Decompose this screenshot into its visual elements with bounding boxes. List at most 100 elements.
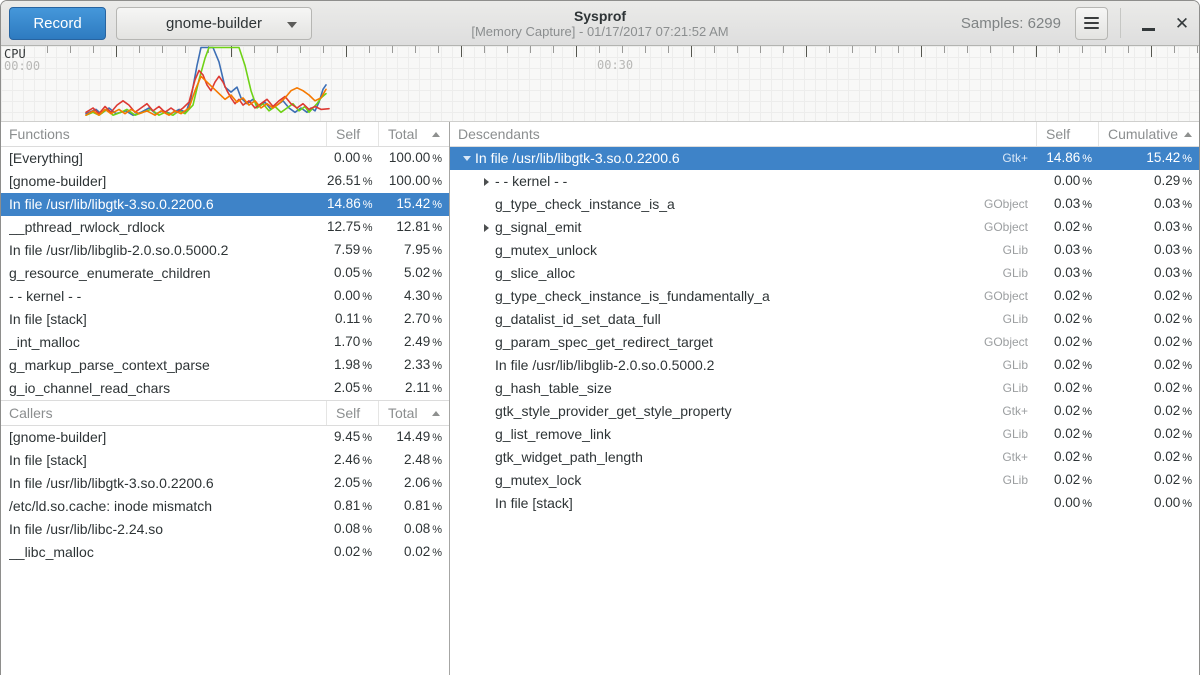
menu-button[interactable] <box>1075 7 1108 40</box>
self-value: 14.86% <box>327 192 379 217</box>
callers-table: [gnome-builder]9.45%14.49%In file [stack… <box>1 426 449 564</box>
library-tag: GObject <box>984 193 1037 216</box>
tree-row[interactable]: g_datalist_id_set_data_fullGLib0.02%0.02… <box>450 308 1199 331</box>
tree-row[interactable]: g_mutex_unlockGLib0.03%0.03% <box>450 239 1199 262</box>
close-icon: ✕ <box>1175 15 1189 32</box>
self-value: 0.02% <box>1037 468 1099 493</box>
descendants-column-header[interactable]: Descendants <box>450 122 1037 146</box>
total-value: 12.81% <box>379 215 449 240</box>
self-column-header[interactable]: Self <box>327 401 379 425</box>
descendant-name: In file /usr/lib/libgtk-3.so.0.2200.6Gtk… <box>450 147 1037 170</box>
tree-row[interactable]: In file [stack]0.00%0.00% <box>450 492 1199 515</box>
table-row[interactable]: g_markup_parse_context_parse1.98%2.33% <box>1 354 449 377</box>
time-label-mid: 00:30 <box>597 58 633 72</box>
tree-row[interactable]: g_signal_emitGObject0.02%0.03% <box>450 216 1199 239</box>
headerbar: Record gnome-builder Sysprof [Memory Cap… <box>1 1 1199 46</box>
tree-row[interactable]: g_type_check_instance_is_fundamentally_a… <box>450 285 1199 308</box>
callers-column-header[interactable]: Callers <box>1 401 327 425</box>
table-row[interactable]: In file /usr/lib/libgtk-3.so.0.2200.614.… <box>1 193 449 216</box>
tree-row[interactable]: g_slice_allocGLib0.03%0.03% <box>450 262 1199 285</box>
self-value: 26.51% <box>327 169 379 194</box>
right-panel: Descendants Self Cumulative In file /usr… <box>450 122 1199 675</box>
process-selector-dropdown[interactable]: gnome-builder <box>116 7 312 40</box>
tree-row[interactable]: g_type_check_instance_is_aGObject0.03%0.… <box>450 193 1199 216</box>
total-column-header[interactable]: Total <box>379 122 449 146</box>
table-row[interactable]: /etc/ld.so.cache: inode mismatch0.81%0.8… <box>1 495 449 518</box>
cumulative-value: 0.02% <box>1099 353 1199 378</box>
self-column-header[interactable]: Self <box>327 122 379 146</box>
tree-row[interactable]: g_param_spec_get_redirect_targetGObject0… <box>450 331 1199 354</box>
library-tag: GLib <box>1003 423 1037 446</box>
function-name: __libc_malloc <box>1 541 327 564</box>
table-row[interactable]: In file [stack]2.46%2.48% <box>1 449 449 472</box>
cumulative-column-header[interactable]: Cumulative <box>1099 122 1199 146</box>
tree-row[interactable]: In file /usr/lib/libglib-2.0.so.0.5000.2… <box>450 354 1199 377</box>
tree-row[interactable]: g_mutex_lockGLib0.02%0.02% <box>450 469 1199 492</box>
function-name: _int_malloc <box>1 331 327 354</box>
tree-row[interactable]: g_hash_table_sizeGLib0.02%0.02% <box>450 377 1199 400</box>
self-column-header[interactable]: Self <box>1037 122 1099 146</box>
table-row[interactable]: _int_malloc1.70%2.49% <box>1 331 449 354</box>
cpu-timeline-graph[interactable]: CPU 00:00 00:30 <box>1 46 1199 122</box>
table-row[interactable]: [gnome-builder]26.51%100.00% <box>1 170 449 193</box>
table-row[interactable]: In file /usr/lib/libc-2.24.so0.08%0.08% <box>1 518 449 541</box>
total-value: 2.11% <box>379 376 449 401</box>
table-row[interactable]: In file /usr/lib/libgtk-3.so.0.2200.62.0… <box>1 472 449 495</box>
table-row[interactable]: __pthread_rwlock_rdlock12.75%12.81% <box>1 216 449 239</box>
callers-table-header: Callers Self Total <box>1 400 449 426</box>
expander-open-icon[interactable] <box>463 156 471 161</box>
tree-row[interactable]: - - kernel - -0.00%0.29% <box>450 170 1199 193</box>
descendant-name: g_list_remove_linkGLib <box>450 423 1037 446</box>
expander-closed-icon[interactable] <box>484 178 489 186</box>
library-tag: Gtk+ <box>1002 446 1037 469</box>
cpu-red-line <box>86 71 329 114</box>
cumulative-value: 0.02% <box>1099 445 1199 470</box>
tree-row[interactable]: g_list_remove_linkGLib0.02%0.02% <box>450 423 1199 446</box>
table-row[interactable]: In file /usr/lib/libglib-2.0.so.0.5000.2… <box>1 239 449 262</box>
descendant-name: - - kernel - - <box>450 170 1037 193</box>
process-selector-value: gnome-builder <box>166 15 262 32</box>
sort-ascending-icon <box>432 411 440 416</box>
total-column-header[interactable]: Total <box>379 401 449 425</box>
table-row[interactable]: [gnome-builder]9.45%14.49% <box>1 426 449 449</box>
cumulative-value: 0.03% <box>1099 261 1199 286</box>
record-button[interactable]: Record <box>9 7 106 40</box>
tree-row[interactable]: gtk_style_provider_get_style_propertyGtk… <box>450 400 1199 423</box>
self-value: 0.08% <box>327 517 379 542</box>
table-row[interactable]: g_io_channel_read_chars2.05%2.11% <box>1 377 449 400</box>
time-label-start: 00:00 <box>4 59 40 73</box>
library-tag: GObject <box>984 285 1037 308</box>
close-button[interactable]: ✕ <box>1165 6 1199 40</box>
table-row[interactable]: __libc_malloc0.02%0.02% <box>1 541 449 564</box>
total-value: 14.49% <box>379 425 449 450</box>
table-row[interactable]: In file [stack]0.11%2.70% <box>1 308 449 331</box>
table-row[interactable]: [Everything]0.00%100.00% <box>1 147 449 170</box>
hamburger-menu-icon <box>1084 22 1099 24</box>
table-row[interactable]: - - kernel - -0.00%4.30% <box>1 285 449 308</box>
cumulative-value: 0.02% <box>1099 376 1199 401</box>
total-value: 15.42% <box>379 192 449 217</box>
library-tag: GLib <box>1003 239 1037 262</box>
table-row[interactable]: g_resource_enumerate_children0.05%5.02% <box>1 262 449 285</box>
tree-row[interactable]: In file /usr/lib/libgtk-3.so.0.2200.6Gtk… <box>450 147 1199 170</box>
self-value: 9.45% <box>327 425 379 450</box>
tree-row[interactable]: gtk_widget_path_lengthGtk+0.02%0.02% <box>450 446 1199 469</box>
functions-column-header[interactable]: Functions <box>1 122 327 146</box>
expander-closed-icon[interactable] <box>484 224 489 232</box>
descendants-table: In file /usr/lib/libgtk-3.so.0.2200.6Gtk… <box>450 147 1199 515</box>
total-value: 2.49% <box>379 330 449 355</box>
library-tag: Gtk+ <box>1002 147 1037 170</box>
descendant-name: g_hash_table_sizeGLib <box>450 377 1037 400</box>
total-value: 0.81% <box>379 494 449 519</box>
library-tag: GLib <box>1003 308 1037 331</box>
self-value: 0.02% <box>1037 284 1099 309</box>
minimize-button[interactable] <box>1131 6 1165 40</box>
function-name: In file [stack] <box>1 449 327 472</box>
self-value: 0.02% <box>1037 330 1099 355</box>
total-value: 0.08% <box>379 517 449 542</box>
cumulative-value: 0.02% <box>1099 307 1199 332</box>
cumulative-value: 0.03% <box>1099 215 1199 240</box>
self-value: 0.11% <box>327 307 379 332</box>
sysprof-window: Record gnome-builder Sysprof [Memory Cap… <box>0 0 1200 675</box>
cumulative-value: 0.29% <box>1099 169 1199 194</box>
